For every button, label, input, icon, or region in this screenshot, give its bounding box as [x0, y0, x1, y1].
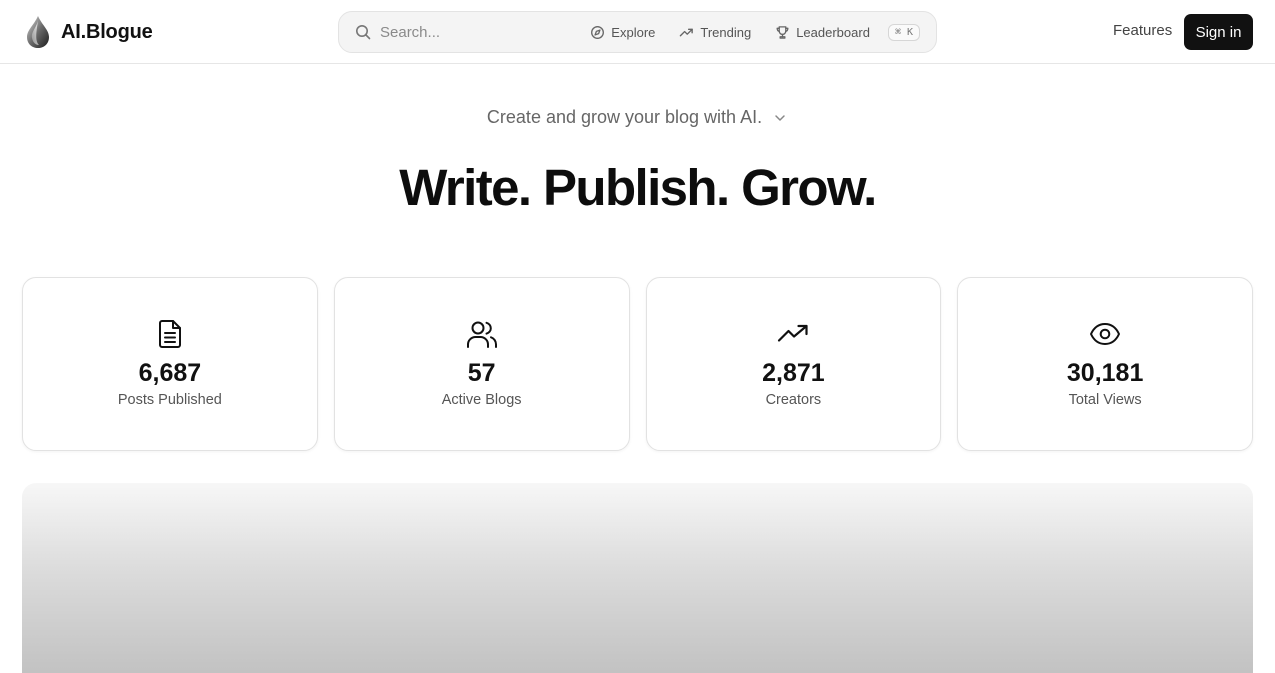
hero-title: Write. Publish. Grow. [399, 159, 877, 216]
search-bar: Explore Trending Leaderboard ⌘ [338, 11, 937, 53]
stat-value: 30,181 [1066, 359, 1144, 387]
compass-icon [591, 25, 605, 39]
features-link[interactable]: Features [1113, 22, 1172, 39]
stats-grid: 6,687 Posts Published 57 Active Blogs 2,… [22, 277, 1253, 451]
preview-panel [22, 483, 1253, 673]
search-icon [356, 25, 371, 40]
stat-value: 2,871 [762, 359, 825, 387]
leaderboard-link[interactable]: Leaderboard [775, 25, 870, 40]
stat-card-blogs: 57 Active Blogs [333, 277, 630, 451]
stat-label: Creators [765, 392, 822, 408]
trending-link[interactable]: Trending [679, 25, 751, 40]
trending-icon [680, 28, 694, 36]
eye-icon [1090, 323, 1121, 345]
users-icon [466, 321, 497, 348]
keyboard-shortcut-hint: ⌘ K [887, 23, 920, 41]
ink-drop-icon [27, 16, 49, 48]
chevron-down-icon [775, 114, 785, 121]
trending-label: Trending [700, 24, 752, 40]
top-navbar: AI.Blogue Explore Trending [0, 0, 1275, 64]
sign-in-button[interactable]: Sign in [1184, 14, 1253, 50]
tagline-row: Create and grow your blog with AI. [0, 107, 1275, 128]
trophy-icon [776, 25, 789, 39]
leaderboard-label: Leaderboard [796, 24, 870, 40]
quick-nav: Explore Trending Leaderboard ⌘ K [590, 23, 920, 41]
tagline-text: Create and grow your blog with AI. [486, 107, 763, 127]
stat-label: Posts Published [117, 392, 222, 408]
stat-card-posts: 6,687 Posts Published [22, 277, 318, 451]
explore-label: Explore [611, 24, 656, 40]
brand-home-link[interactable]: AI.Blogue [25, 14, 153, 50]
brand-name: AI.Blogue [61, 20, 153, 43]
tagline-dropdown[interactable]: Create and grow your blog with AI. [487, 107, 788, 128]
stat-label: Total Views [1068, 392, 1142, 408]
trending-up-icon [778, 324, 808, 342]
stat-card-views: 30,181 Total Views [957, 277, 1253, 451]
stat-value: 57 [467, 359, 496, 387]
stat-card-creators: 2,871 Creators [645, 277, 942, 451]
stat-value: 6,687 [138, 359, 202, 387]
explore-link[interactable]: Explore [590, 25, 655, 40]
document-icon [158, 320, 181, 348]
search-input[interactable] [380, 23, 580, 41]
stat-label: Active Blogs [441, 392, 522, 408]
